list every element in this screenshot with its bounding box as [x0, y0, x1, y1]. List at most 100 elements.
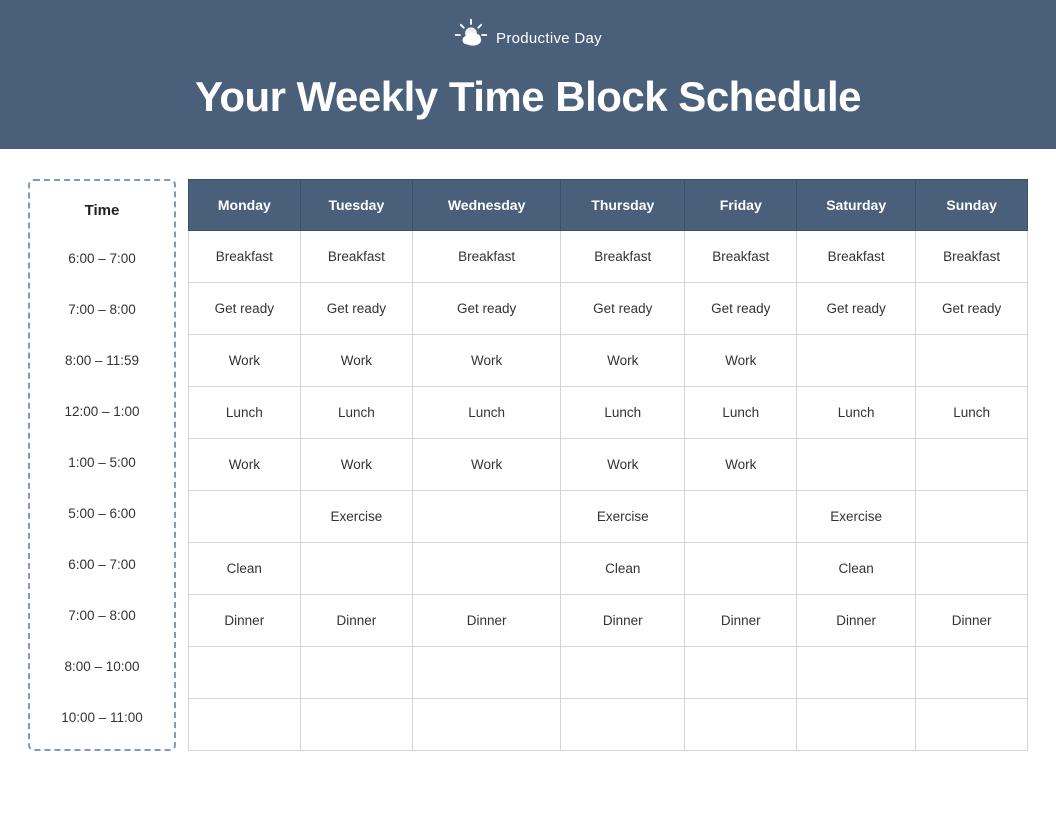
schedule-cell	[189, 647, 301, 699]
schedule-cell: Lunch	[916, 387, 1028, 439]
schedule-cell: Dinner	[561, 595, 685, 647]
schedule-cell	[916, 699, 1028, 751]
schedule-cell: Dinner	[189, 595, 301, 647]
header: Productive Day Your Weekly Time Block Sc…	[0, 0, 1056, 149]
schedule-cell: Lunch	[685, 387, 797, 439]
schedule-cell	[300, 543, 412, 595]
time-slot: 7:00 – 8:00	[30, 284, 174, 335]
schedule-cell: Work	[300, 439, 412, 491]
schedule-cell: Dinner	[300, 595, 412, 647]
schedule-cell	[797, 699, 916, 751]
day-header: Thursday	[561, 180, 685, 231]
days-header-row: MondayTuesdayWednesdayThursdayFridaySatu…	[189, 180, 1028, 231]
schedule-cell: Clean	[797, 543, 916, 595]
day-header: Tuesday	[300, 180, 412, 231]
schedule-cell: Work	[413, 439, 561, 491]
schedule-cell: Work	[413, 335, 561, 387]
schedule-row: Get readyGet readyGet readyGet readyGet …	[189, 283, 1028, 335]
time-slot: 8:00 – 10:00	[30, 641, 174, 692]
schedule-cell	[413, 647, 561, 699]
time-slot: 12:00 – 1:00	[30, 386, 174, 437]
schedule-cell: Lunch	[413, 387, 561, 439]
day-header: Friday	[685, 180, 797, 231]
schedule-cell: Get ready	[685, 283, 797, 335]
schedule-cell	[413, 491, 561, 543]
schedule-cell: Work	[561, 439, 685, 491]
schedule-cell: Get ready	[797, 283, 916, 335]
schedule-cell: Lunch	[797, 387, 916, 439]
time-cells: 6:00 – 7:007:00 – 8:008:00 – 11:5912:00 …	[30, 233, 174, 743]
schedule-cell	[797, 335, 916, 387]
schedule-cell: Clean	[561, 543, 685, 595]
schedule-cell: Dinner	[916, 595, 1028, 647]
schedule-cell: Work	[189, 439, 301, 491]
schedule-row	[189, 699, 1028, 751]
schedule-cell	[189, 699, 301, 751]
schedule-cell	[413, 699, 561, 751]
day-header: Wednesday	[413, 180, 561, 231]
schedule-cell: Lunch	[300, 387, 412, 439]
time-col-header: Time	[30, 187, 174, 233]
brand-label: Productive Day	[496, 30, 602, 47]
schedule-cell: Work	[561, 335, 685, 387]
schedule-cell: Get ready	[300, 283, 412, 335]
schedule-cell: Lunch	[561, 387, 685, 439]
schedule-cell: Breakfast	[685, 231, 797, 283]
schedule-cell	[685, 647, 797, 699]
time-slot: 6:00 – 7:00	[30, 233, 174, 284]
time-slot: 1:00 – 5:00	[30, 437, 174, 488]
schedule-cell	[561, 699, 685, 751]
day-header: Sunday	[916, 180, 1028, 231]
schedule-cell: Breakfast	[189, 231, 301, 283]
schedule-row: BreakfastBreakfastBreakfastBreakfastBrea…	[189, 231, 1028, 283]
schedule-row: ExerciseExerciseExercise	[189, 491, 1028, 543]
schedule-cell: Get ready	[189, 283, 301, 335]
time-slot: 10:00 – 11:00	[30, 692, 174, 743]
schedule-cell: Work	[189, 335, 301, 387]
page-title: Your Weekly Time Block Schedule	[0, 73, 1056, 121]
schedule-body: BreakfastBreakfastBreakfastBreakfastBrea…	[189, 231, 1028, 751]
schedule-wrapper: Time 6:00 – 7:007:00 – 8:008:00 – 11:591…	[28, 179, 1028, 751]
time-slot: 7:00 – 8:00	[30, 590, 174, 641]
schedule-cell: Work	[685, 335, 797, 387]
brand: Productive Day	[454, 18, 602, 59]
schedule-cell	[300, 647, 412, 699]
schedule-cell	[916, 647, 1028, 699]
day-header: Monday	[189, 180, 301, 231]
schedule-row: WorkWorkWorkWorkWork	[189, 335, 1028, 387]
schedule-cell	[797, 647, 916, 699]
schedule-cell	[189, 491, 301, 543]
day-header: Saturday	[797, 180, 916, 231]
schedule-cell: Get ready	[561, 283, 685, 335]
schedule-cell: Lunch	[189, 387, 301, 439]
brand-icon	[454, 18, 488, 59]
schedule-cell: Exercise	[797, 491, 916, 543]
schedule-table: MondayTuesdayWednesdayThursdayFridaySatu…	[188, 179, 1028, 751]
schedule-cell: Dinner	[685, 595, 797, 647]
schedule-cell: Breakfast	[300, 231, 412, 283]
schedule-cell	[561, 647, 685, 699]
schedule-row: LunchLunchLunchLunchLunchLunchLunch	[189, 387, 1028, 439]
schedule-cell: Exercise	[300, 491, 412, 543]
schedule-cell	[916, 335, 1028, 387]
schedule-cell	[797, 439, 916, 491]
schedule-cell	[300, 699, 412, 751]
time-column: Time 6:00 – 7:007:00 – 8:008:00 – 11:591…	[28, 179, 176, 751]
schedule-cell: Work	[300, 335, 412, 387]
schedule-cell: Breakfast	[413, 231, 561, 283]
schedule-cell	[685, 543, 797, 595]
schedule-row	[189, 647, 1028, 699]
schedule-row: WorkWorkWorkWorkWork	[189, 439, 1028, 491]
schedule-cell: Get ready	[413, 283, 561, 335]
schedule-row: Clean Clean Clean	[189, 543, 1028, 595]
schedule-cell: Breakfast	[797, 231, 916, 283]
time-slot: 8:00 – 11:59	[30, 335, 174, 386]
schedule-cell	[916, 439, 1028, 491]
schedule-cell	[916, 491, 1028, 543]
schedule-cell	[685, 699, 797, 751]
schedule-cell: Clean	[189, 543, 301, 595]
schedule-cell	[685, 491, 797, 543]
content: Time 6:00 – 7:007:00 – 8:008:00 – 11:591…	[0, 149, 1056, 779]
schedule-cell: Breakfast	[561, 231, 685, 283]
schedule-cell: Breakfast	[916, 231, 1028, 283]
